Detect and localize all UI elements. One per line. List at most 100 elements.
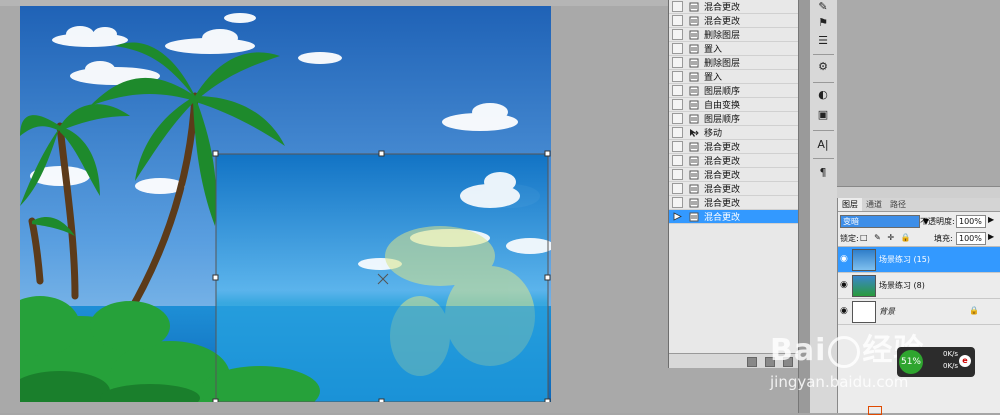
brush-icon <box>689 72 699 82</box>
fill-input[interactable]: 100% <box>956 232 986 245</box>
history-item-label: 置入 <box>704 45 723 55</box>
layer-thumbnail <box>852 275 876 297</box>
history-item[interactable]: 混合更改 <box>669 0 799 14</box>
adjustments-icon[interactable]: ◐ <box>815 88 831 102</box>
character-icon[interactable]: A| <box>815 138 831 152</box>
history-item[interactable]: 混合更改 <box>669 196 799 210</box>
fill-label: 填充: <box>934 234 953 243</box>
layers-tabbar: 图层 通道 路径 <box>838 198 1000 212</box>
layer-thumbnail <box>852 249 876 271</box>
history-snapshot-checkbox[interactable] <box>672 71 683 82</box>
history-footer <box>669 353 799 368</box>
chevron-right-icon[interactable]: ▶ <box>988 215 994 224</box>
tab-paths[interactable]: 路径 <box>886 198 910 211</box>
history-item[interactable]: 图层顺序 <box>669 84 799 98</box>
history-snapshot-checkbox[interactable] <box>672 1 683 12</box>
brush-icon <box>689 114 699 124</box>
history-item[interactable]: 混合更改 <box>669 168 799 182</box>
opacity-input[interactable]: 100% <box>956 215 986 228</box>
history-item-label: 删除图层 <box>704 59 741 69</box>
tool-preset-icon[interactable]: ☰ <box>815 34 831 48</box>
swatches-icon[interactable]: ⚙ <box>815 60 831 74</box>
layer-name: 场景练习 (15) <box>879 255 930 264</box>
history-snapshot-checkbox[interactable] <box>672 43 683 54</box>
trash-icon[interactable] <box>783 357 793 367</box>
blend-mode-value: 变暗 <box>843 217 859 226</box>
lock-label: 锁定: <box>840 234 859 243</box>
history-item[interactable]: 删除图层 <box>669 56 799 70</box>
dock-separator <box>813 158 834 159</box>
history-item-label: 混合更改 <box>704 3 741 13</box>
layer-row-selected[interactable]: ◉ 场景练习 (15) <box>838 247 1000 273</box>
blend-row: 变暗 ▼ 不透明度: 100% ▶ <box>838 212 1000 230</box>
chevron-right-icon[interactable]: ▶ <box>988 232 994 241</box>
eye-icon[interactable]: ◉ <box>840 281 850 290</box>
history-snapshot-checkbox[interactable] <box>672 127 683 138</box>
layer-name: 场景练习 (8) <box>879 281 925 290</box>
history-item[interactable]: 混合更改 <box>669 14 799 28</box>
dock-separator <box>813 82 834 83</box>
history-item[interactable]: 置入 <box>669 42 799 56</box>
history-item-label: 混合更改 <box>704 199 741 209</box>
canvas-area[interactable] <box>0 0 668 413</box>
history-item-selected[interactable]: 混合更改 <box>669 210 799 224</box>
clone-stamp-icon[interactable]: ⚑ <box>815 16 831 30</box>
history-snapshot-checkbox[interactable] <box>672 113 683 124</box>
document-image[interactable] <box>20 6 551 402</box>
history-item-label: 混合更改 <box>704 157 741 167</box>
brush-icon <box>689 58 699 68</box>
history-snapshot-checkbox[interactable] <box>672 155 683 166</box>
brush-icon <box>689 156 699 166</box>
brush-icon <box>689 100 699 110</box>
history-snapshot-checkbox[interactable] <box>672 15 683 26</box>
orange-marker <box>868 406 882 415</box>
panel-empty-area <box>668 368 798 413</box>
new-snapshot-icon[interactable] <box>765 357 775 367</box>
history-item[interactable]: 置入 <box>669 70 799 84</box>
blend-mode-select[interactable]: 变暗 ▼ <box>840 215 929 228</box>
history-item-label: 混合更改 <box>704 17 741 27</box>
eye-icon[interactable]: ◉ <box>840 307 850 316</box>
net-percent: 51% <box>899 350 923 374</box>
history-snapshot-checkbox[interactable] <box>672 141 683 152</box>
tab-layers[interactable]: 图层 <box>838 198 862 211</box>
eye-icon[interactable]: ◉ <box>840 255 850 264</box>
brush-icon <box>689 2 699 12</box>
network-monitor-widget[interactable]: 51% 0K/s 0K/s e <box>897 347 975 377</box>
history-item[interactable]: 混合更改 <box>669 182 799 196</box>
history-item-label: 混合更改 <box>704 171 741 181</box>
history-snapshot-checkbox[interactable] <box>672 169 683 180</box>
history-item[interactable]: 混合更改 <box>669 140 799 154</box>
move-icon <box>689 128 699 138</box>
lock-row: 锁定: □ ✎ ✛ 🔒 填充: 100% ▶ <box>838 230 1000 247</box>
layer-row[interactable]: ◉ 场景练习 (8) <box>838 273 1000 299</box>
opacity-label: 不透明度: <box>920 217 955 226</box>
brush-tool-icon[interactable]: ✎ <box>815 0 831 14</box>
panel-dock: ✎ ⚑ ☰ ⚙ ◐ ▣ A| ¶ <box>810 0 838 413</box>
history-snapshot-checkbox[interactable] <box>672 85 683 96</box>
layer-name: 背景 <box>879 307 895 316</box>
history-snapshot-checkbox[interactable] <box>672 57 683 68</box>
brush-icon <box>689 184 699 194</box>
history-snapshot-checkbox[interactable] <box>672 29 683 40</box>
masks-icon[interactable]: ▣ <box>815 108 831 122</box>
history-snapshot-checkbox[interactable] <box>672 197 683 208</box>
history-item-label: 移动 <box>704 129 723 139</box>
layer-row[interactable]: ◉ 背景 🔒 <box>838 299 1000 325</box>
history-item-label: 图层顺序 <box>704 87 741 97</box>
new-document-from-state-icon[interactable] <box>747 357 757 367</box>
layers-panel: 图层 通道 路径 变暗 ▼ 不透明度: 100% ▶ 锁定: □ ✎ ✛ 🔒 填充… <box>837 198 1000 413</box>
history-snapshot-checkbox[interactable] <box>672 99 683 110</box>
history-item[interactable]: 图层顺序 <box>669 112 799 126</box>
history-item[interactable]: 混合更改 <box>669 154 799 168</box>
history-snapshot-checkbox[interactable] <box>672 183 683 194</box>
history-item[interactable]: 删除图层 <box>669 28 799 42</box>
tab-channels[interactable]: 通道 <box>862 198 886 211</box>
lock-options-icons[interactable]: □ ✎ ✛ 🔒 <box>860 233 913 242</box>
history-item[interactable]: 自由变换 <box>669 98 799 112</box>
layer-thumbnail <box>852 301 876 323</box>
brush-icon <box>689 44 699 54</box>
brush-icon <box>689 30 699 40</box>
paragraph-icon[interactable]: ¶ <box>815 166 831 180</box>
history-item[interactable]: 移动 <box>669 126 799 140</box>
